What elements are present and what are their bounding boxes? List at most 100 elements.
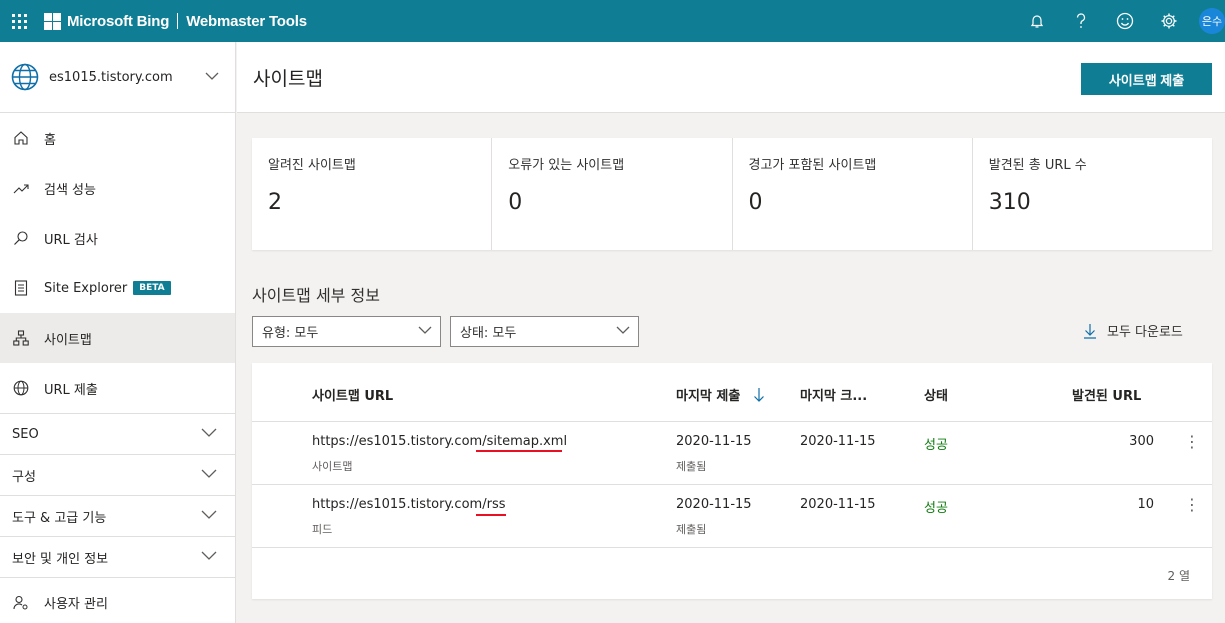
sidebar-item-sitemaps[interactable]: 사이트맵 [0,313,235,363]
download-icon [1084,323,1096,339]
summary-stats: 알려진 사이트맵 2 오류가 있는 사이트맵 0 경고가 포함된 사이트맵 0 … [252,138,1212,250]
sidebar-group-seo[interactable]: SEO [0,413,235,454]
sidebar-item-label: Site Explorer [44,280,128,296]
stat-value: 0 [748,190,763,215]
sidebar-item-user-management[interactable]: 사용자 관리 [0,577,235,623]
last-crawled: 2020-11-15 [800,434,876,449]
stat-value: 2 [268,190,282,215]
column-header-last-crawled[interactable]: 마지막 크... [800,385,867,404]
section-title: 사이트맵 세부 정보 [252,286,380,305]
column-header-discovered-urls[interactable]: 발견된 URL [1072,385,1141,404]
product-name[interactable]: Webmaster Tools [186,13,307,30]
sidebar-item-label: URL 제출 [44,382,98,398]
gear-icon[interactable] [1147,0,1191,42]
column-header-status[interactable]: 상태 [924,385,948,404]
stat-label: 알려진 사이트맵 [268,158,356,173]
sidebar-item-label: 사이트맵 [44,332,92,348]
sidebar-item-label: URL 검사 [44,232,98,248]
chevron-down-icon [616,326,630,334]
stat-discovered-urls: 발견된 총 URL 수 310 [973,138,1212,250]
sidebar-group-label: 보안 및 개인 정보 [12,551,109,567]
status-filter-dropdown[interactable]: 상태: 모두 [450,316,639,347]
site-globe-icon [11,63,39,91]
brand-divider [177,13,179,29]
last-crawled: 2020-11-15 [800,497,876,512]
column-header-url[interactable]: 사이트맵 URL [312,385,393,404]
chevron-down-icon [205,72,219,80]
sidebar-item-label: 홈 [44,132,56,148]
user-settings-icon [12,594,30,612]
chevron-down-icon [418,326,432,334]
sitemap-url-path: rss [486,497,506,512]
discovered-urls-count: 10 [1137,497,1154,512]
download-all-button[interactable]: 모두 다운로드 [1083,321,1183,340]
sitemap-kind: 피드 [312,523,333,536]
bell-icon[interactable] [1015,0,1059,42]
help-icon[interactable] [1059,0,1103,42]
page-header: 사이트맵 사이트맵 제출 [237,42,1225,113]
sitemap-url[interactable]: https://es1015.tistory.com/sitemap.xml [312,434,567,449]
more-options-icon[interactable]: ⋮ [1184,434,1200,450]
status-badge: 성공 [924,438,948,453]
sidebar-group-security[interactable]: 보안 및 개인 정보 [0,536,235,577]
sidebar-item-home[interactable]: 홈 [0,113,235,163]
home-icon [12,129,30,147]
sidebar-item-search-performance[interactable]: 검색 성능 [0,163,235,213]
stat-error-sitemaps: 오류가 있는 사이트맵 0 [492,138,733,250]
sidebar-item-url-submission[interactable]: URL 제출 [0,363,235,413]
table-row[interactable]: https://es1015.tistory.com/rss 피드 2020-1… [252,485,1212,548]
chevron-down-icon [201,510,217,519]
sidebar-group-label: SEO [12,426,39,442]
search-icon [12,229,30,247]
sidebar-item-label: 사용자 관리 [44,597,108,612]
column-header-label: 마지막 제출 [676,389,741,404]
table-row[interactable]: https://es1015.tistory.com/sitemap.xml 사… [252,422,1212,485]
stat-known-sitemaps: 알려진 사이트맵 2 [252,138,493,250]
sidebar-item-label: 검색 성능 [44,182,96,198]
chevron-down-icon [201,551,217,560]
submitted-note: 제출됨 [676,523,707,536]
sidebar-group-tools[interactable]: 도구 & 고급 기능 [0,495,235,536]
download-all-label: 모두 다운로드 [1107,325,1183,340]
sidebar-item-url-inspection[interactable]: URL 검사 [0,213,235,263]
stat-value: 310 [988,190,1031,215]
sidebar-group-label: 도구 & 고급 기능 [12,510,107,526]
stat-label: 발견된 총 URL 수 [988,158,1087,173]
more-options-icon[interactable]: ⋮ [1184,497,1200,513]
row-count: 2 열 [1167,569,1191,583]
sort-down-arrow-icon [753,388,764,402]
sitemap-icon [12,329,30,347]
waffle-icon[interactable] [0,0,38,42]
top-bar: Microsoft Bing Webmaster Tools 은수 [0,0,1225,42]
smiley-icon[interactable] [1103,0,1147,42]
stat-value: 0 [508,190,523,215]
site-selector[interactable]: es1015.tistory.com [0,42,235,113]
stat-warning-sitemaps: 경고가 포함된 사이트맵 0 [733,138,973,250]
avatar: 은수 [1199,8,1225,34]
status-filter-value: 상태: 모두 [460,326,517,341]
account-button[interactable]: 은수 [1191,0,1225,42]
sidebar: es1015.tistory.com 홈 검색 성능 URL 검사 Site E… [0,42,236,623]
column-header-last-submitted[interactable]: 마지막 제출 [676,385,765,404]
stat-label: 경고가 포함된 사이트맵 [748,158,877,173]
status-badge: 성공 [924,501,948,516]
submit-sitemap-button[interactable]: 사이트맵 제출 [1081,63,1212,95]
sitemap-kind: 사이트맵 [312,460,353,473]
type-filter-value: 유형: 모두 [262,326,319,341]
last-submitted: 2020-11-15 [676,497,752,512]
discovered-urls-count: 300 [1129,434,1154,449]
sidebar-group-label: 구성 [12,469,36,485]
sitemaps-table: 사이트맵 URL 마지막 제출 마지막 크... 상태 발견된 URL http… [252,363,1212,599]
last-submitted: 2020-11-15 [676,434,752,449]
microsoft-logo-icon [44,12,61,30]
sidebar-item-site-explorer[interactable]: Site Explorer BETA [0,263,235,313]
sitemap-url-base: https://es1015.tistory.com/ [312,434,487,449]
sitemap-url[interactable]: https://es1015.tistory.com/rss [312,497,505,512]
chevron-down-icon [201,428,217,437]
type-filter-dropdown[interactable]: 유형: 모두 [252,316,441,347]
beta-badge: BETA [133,281,171,295]
brand-name[interactable]: Microsoft Bing [67,13,169,30]
sidebar-group-configuration[interactable]: 구성 [0,454,235,495]
annotation-underline [476,514,506,516]
site-name: es1015.tistory.com [49,69,173,85]
